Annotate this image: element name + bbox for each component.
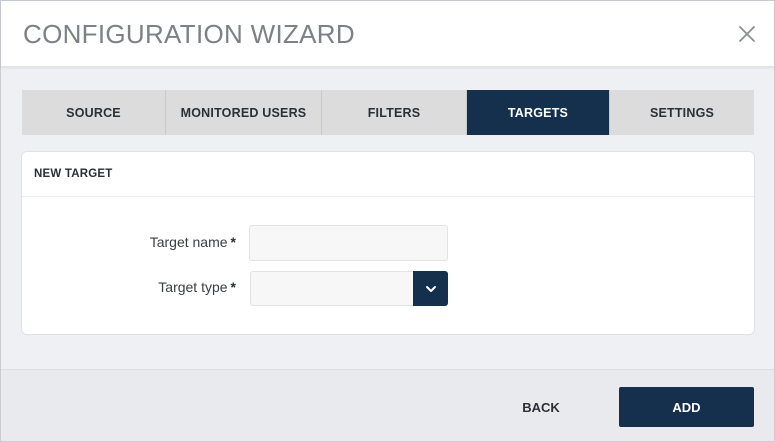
panel-title: NEW TARGET (34, 168, 113, 180)
tab-source[interactable]: SOURCE (22, 90, 166, 135)
add-button[interactable]: ADD (619, 387, 754, 427)
target-type-label: Target type * (82, 279, 236, 295)
dialog-title: CONFIGURATION WIZARD (23, 19, 355, 49)
new-target-panel: NEW TARGET Target name * Target type * (21, 151, 755, 335)
target-name-label-text: Target name (149, 234, 228, 250)
tab-settings[interactable]: SETTINGS (610, 90, 754, 135)
target-type-select[interactable] (250, 271, 448, 306)
target-type-label-text: Target type (158, 279, 228, 295)
target-type-dropdown-button[interactable] (413, 271, 448, 306)
required-marker: * (230, 234, 236, 250)
target-name-label: Target name * (82, 234, 236, 250)
required-marker: * (230, 279, 236, 295)
wizard-tabs: SOURCE MONITORED USERS FILTERS TARGETS S… (22, 90, 754, 135)
back-button[interactable]: BACK (491, 387, 591, 427)
tab-targets[interactable]: TARGETS (467, 90, 610, 135)
close-icon[interactable] (736, 23, 758, 45)
chevron-down-icon (425, 285, 436, 292)
target-name-input[interactable] (249, 225, 448, 261)
dialog-header: CONFIGURATION WIZARD (1, 1, 774, 67)
tab-monitored-users[interactable]: MONITORED USERS (166, 90, 322, 135)
configuration-wizard-dialog: CONFIGURATION WIZARD SOURCE MONITORED US… (0, 0, 775, 442)
tab-filters[interactable]: FILTERS (322, 90, 467, 135)
panel-header: NEW TARGET (22, 152, 754, 197)
